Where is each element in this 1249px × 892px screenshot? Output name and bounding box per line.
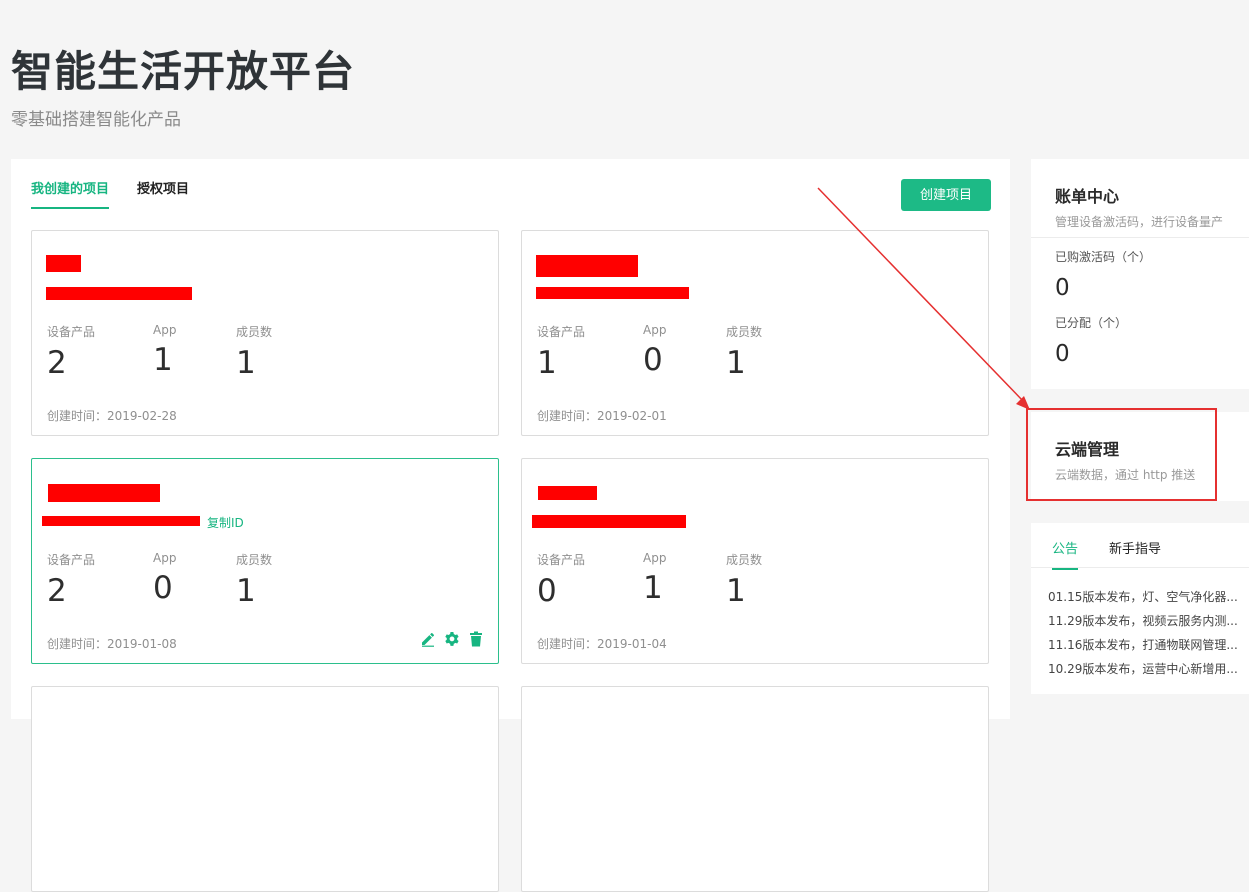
edit-icon[interactable] [420,631,436,647]
project-card[interactable]: 设备产品 2 App 1 成员数 1 创建时间：2019-02-28 [31,230,499,436]
redacted-project-id [536,287,689,299]
stat-label: 设备产品 [537,553,586,567]
copy-id-link[interactable]: 复制ID [207,514,244,531]
stat-label: 设备产品 [537,325,586,339]
notice-panel: 公告 新手指导 01.15版本发布，灯、空气净化器... 11.29版本发布，视… [1031,523,1249,694]
allocated-label: 已分配（个） [1055,316,1128,330]
card-actions [420,631,484,647]
stat-label: App [153,551,177,565]
divider [1031,237,1249,238]
stat-value: 2 [47,573,67,609]
redacted-project-id [532,515,686,528]
stat-label: App [643,323,667,337]
stat-value: 2 [47,345,67,381]
stat-devices: 设备产品 2 [47,323,95,380]
stat-label: App [153,323,177,337]
redacted-project-name [46,255,81,272]
notice-item[interactable]: 01.15版本发布，灯、空气净化器... [1048,588,1238,605]
gear-icon[interactable] [444,631,460,647]
page-subtitle: 零基础搭建智能化产品 [11,110,181,130]
created-time: 创建时间：2019-01-04 [537,637,667,651]
billing-desc: 管理设备激活码，进行设备量产 [1055,215,1224,229]
project-card[interactable]: 复制ID 设备产品 2 App 0 成员数 1 创建时间：2019-01-08 [31,458,499,664]
create-project-button[interactable]: 创建项目 [901,179,991,211]
billing-title[interactable]: 账单中心 [1055,183,1119,207]
created-time: 创建时间：2019-01-08 [47,637,177,651]
stat-devices: 设备产品 2 [47,551,95,608]
stat-app: App 1 [153,323,176,377]
stat-app: App 1 [643,551,666,605]
stat-label: 成员数 [726,325,763,339]
stat-members: 成员数 1 [236,323,272,380]
redacted-project-name [48,484,160,502]
stat-value: 0 [643,342,663,378]
stat-app: App 0 [643,323,666,377]
created-time: 创建时间：2019-02-01 [537,409,667,423]
annotation-highlight-box [1026,408,1217,501]
tab-my-projects[interactable]: 我创建的项目 [31,178,110,209]
project-card[interactable]: 设备产品 0 App 1 成员数 1 创建时间：2019-01-04 [521,458,989,664]
project-card[interactable]: 设备产品 1 App 0 成员数 1 创建时间：2019-02-01 [521,230,989,436]
notice-item[interactable]: 11.29版本发布，视频云服务内测... [1048,612,1238,629]
page-title: 智能生活开放平台 [11,47,356,96]
stat-label: 成员数 [726,553,763,567]
stat-label: 设备产品 [47,325,96,339]
projects-panel: 我创建的项目 授权项目 创建项目 设备产品 2 App 1 成员数 1 创建时间… [11,159,1010,892]
notice-item[interactable]: 11.16版本发布，打通物联网管理... [1048,636,1238,653]
stat-members: 成员数 1 [726,323,762,380]
stat-members: 成员数 1 [726,551,762,608]
stat-value: 1 [153,342,173,378]
tab-beginner-guide[interactable]: 新手指导 [1109,538,1161,568]
project-card[interactable] [31,686,499,892]
redacted-project-name [538,486,597,500]
stat-value: 1 [726,345,746,381]
notice-item[interactable]: 10.29版本发布，运营中心新增用... [1048,660,1238,677]
stat-value: 1 [643,570,663,606]
created-time: 创建时间：2019-02-28 [47,409,177,423]
redacted-project-id [46,287,192,300]
stat-devices: 设备产品 1 [537,323,585,380]
allocated-value: 0 [1055,341,1070,367]
stat-app: App 0 [153,551,176,605]
stat-label: 成员数 [236,553,273,567]
purchased-value: 0 [1055,275,1070,301]
stat-value: 0 [537,573,557,609]
stat-label: 设备产品 [47,553,96,567]
stat-value: 1 [537,345,557,381]
stat-value: 1 [236,345,256,381]
project-card[interactable] [521,686,989,892]
stat-value: 1 [236,573,256,609]
trash-icon[interactable] [468,631,484,647]
redacted-project-id [42,516,200,526]
tab-announcements[interactable]: 公告 [1052,538,1079,570]
divider [1031,567,1249,568]
redacted-project-name [536,255,638,277]
tab-authorized-projects[interactable]: 授权项目 [137,178,189,207]
billing-panel: 账单中心 管理设备激活码，进行设备量产 已购激活码（个） 0 已分配（个） 0 [1031,159,1249,389]
stat-devices: 设备产品 0 [537,551,585,608]
stat-label: App [643,551,667,565]
stat-members: 成员数 1 [236,551,272,608]
stat-value: 1 [726,573,746,609]
purchased-label: 已购激活码（个） [1055,250,1152,264]
stat-value: 0 [153,570,173,606]
stat-label: 成员数 [236,325,273,339]
